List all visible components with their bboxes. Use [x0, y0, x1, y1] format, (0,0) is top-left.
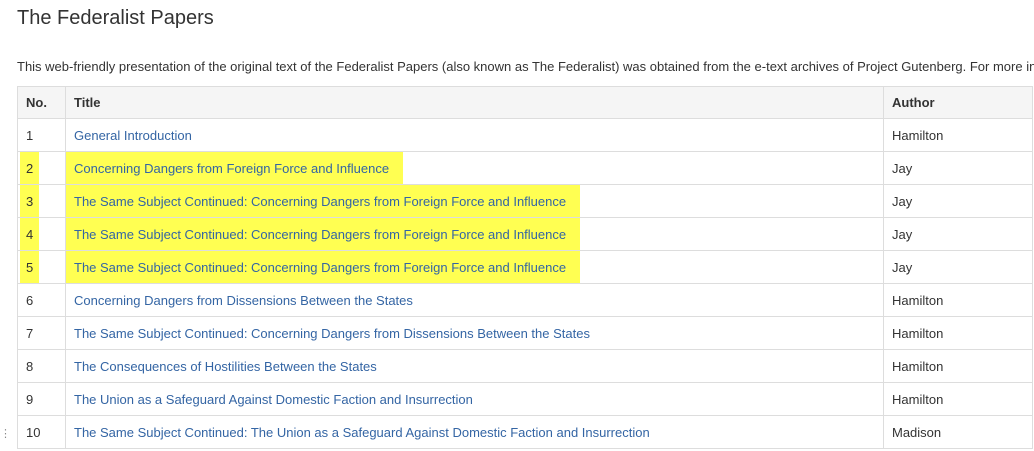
paper-number: 1	[26, 127, 34, 143]
paper-title-link[interactable]: Concerning Dangers from Dissensions Betw…	[74, 293, 413, 308]
table-row: 7 The Same Subject Continued: Concerning …	[17, 316, 1033, 350]
paper-number-cell: 9	[17, 382, 66, 416]
table-row: 8 The Consequences of Hostilities Between…	[17, 349, 1033, 383]
paper-author: Hamilton	[883, 283, 1033, 317]
paper-title-cell: The Same Subject Continued: Concerning D…	[65, 250, 884, 284]
paper-number-cell: 6	[17, 283, 66, 317]
intro-text: This web-friendly presentation of the or…	[17, 59, 1034, 74]
paper-author: Jay	[883, 250, 1033, 284]
paper-number-cell: 7	[17, 316, 66, 350]
paper-number-cell: 3	[17, 184, 66, 218]
paper-author: Hamilton	[883, 118, 1033, 152]
paper-author: Hamilton	[883, 316, 1033, 350]
paper-number: 5	[20, 251, 40, 283]
paper-author: Jay	[883, 184, 1033, 218]
paper-title-cell: The Same Subject Continued: Concerning D…	[65, 316, 884, 350]
paper-number-cell: 2	[17, 151, 66, 185]
column-header-author[interactable]: Author	[883, 86, 1033, 119]
paper-title-link[interactable]: The Union as a Safeguard Against Domesti…	[74, 392, 473, 407]
paper-number: 4	[20, 218, 40, 250]
paper-number: 8	[26, 358, 34, 374]
paper-author: Hamilton	[883, 349, 1033, 383]
paper-title-link[interactable]: The Same Subject Continued: The Union as…	[74, 425, 650, 440]
paper-title-cell: The Same Subject Continued: The Union as…	[65, 415, 884, 449]
paper-number-cell: 10	[17, 415, 66, 449]
paper-number: 2	[20, 152, 40, 184]
paper-title-link[interactable]: The Same Subject Continued: Concerning D…	[74, 326, 590, 341]
paper-title-cell: The Union as a Safeguard Against Domesti…	[65, 382, 884, 416]
paper-number: 6	[26, 292, 34, 308]
paper-author: Hamilton	[883, 382, 1033, 416]
paper-title-cell: Concerning Dangers from Foreign Force an…	[65, 151, 884, 185]
table-header-row: No. Title Author	[17, 86, 1033, 119]
paper-number-cell: 5	[17, 250, 66, 284]
paper-title-link[interactable]: The Same Subject Continued: Concerning D…	[66, 251, 581, 283]
paper-number-cell: 4	[17, 217, 66, 251]
table-row: 4 The Same Subject Continued: Concerning …	[17, 217, 1033, 251]
paper-title-cell: The Same Subject Continued: Concerning D…	[65, 184, 884, 218]
paper-title-link[interactable]: Concerning Dangers from Foreign Force an…	[66, 152, 404, 184]
paper-number-cell: 8	[17, 349, 66, 383]
table-row: 9 The Union as a Safeguard Against Domest…	[17, 382, 1033, 416]
paper-number-cell: 1	[17, 118, 66, 152]
scroll-edge-icon: ⋮	[0, 428, 11, 440]
table-row: 1 General Introduction Hamilton	[17, 118, 1033, 152]
paper-author: Jay	[883, 151, 1033, 185]
paper-title-cell: General Introduction	[65, 118, 884, 152]
table-row: 5 The Same Subject Continued: Concerning …	[17, 250, 1033, 284]
papers-table-container: No. Title Author 1 General Introduction Ha…	[17, 86, 1033, 449]
paper-title-link[interactable]: General Introduction	[74, 128, 192, 143]
page-title: The Federalist Papers	[17, 7, 214, 29]
table-row: 6 Concerning Dangers from Dissensions Bet…	[17, 283, 1033, 317]
paper-title-cell: The Same Subject Continued: Concerning D…	[65, 217, 884, 251]
paper-title-cell: The Consequences of Hostilities Between …	[65, 349, 884, 383]
paper-number: 10	[26, 424, 41, 440]
paper-number: 9	[26, 391, 34, 407]
paper-number: 7	[26, 325, 34, 341]
table-header: No. Title Author	[17, 86, 1033, 119]
paper-title-cell: Concerning Dangers from Dissensions Betw…	[65, 283, 884, 317]
column-header-no[interactable]: No.	[17, 86, 66, 119]
papers-table: No. Title Author 1 General Introduction Ha…	[17, 86, 1033, 449]
paper-title-link[interactable]: The Consequences of Hostilities Between …	[74, 359, 377, 374]
paper-author: Madison	[883, 415, 1033, 449]
table-row: 3 The Same Subject Continued: Concerning …	[17, 184, 1033, 218]
table-row: 10 The Same Subject Continued: The Union …	[17, 415, 1033, 449]
paper-title-link[interactable]: The Same Subject Continued: Concerning D…	[66, 218, 581, 250]
paper-title-link[interactable]: The Same Subject Continued: Concerning D…	[66, 185, 581, 217]
paper-author: Jay	[883, 217, 1033, 251]
paper-number: 3	[20, 185, 40, 217]
table-body: 1 General Introduction Hamilton 2 Concerning…	[17, 118, 1033, 449]
column-header-title[interactable]: Title	[65, 86, 884, 119]
table-row: 2 Concerning Dangers from Foreign Force a…	[17, 151, 1033, 185]
